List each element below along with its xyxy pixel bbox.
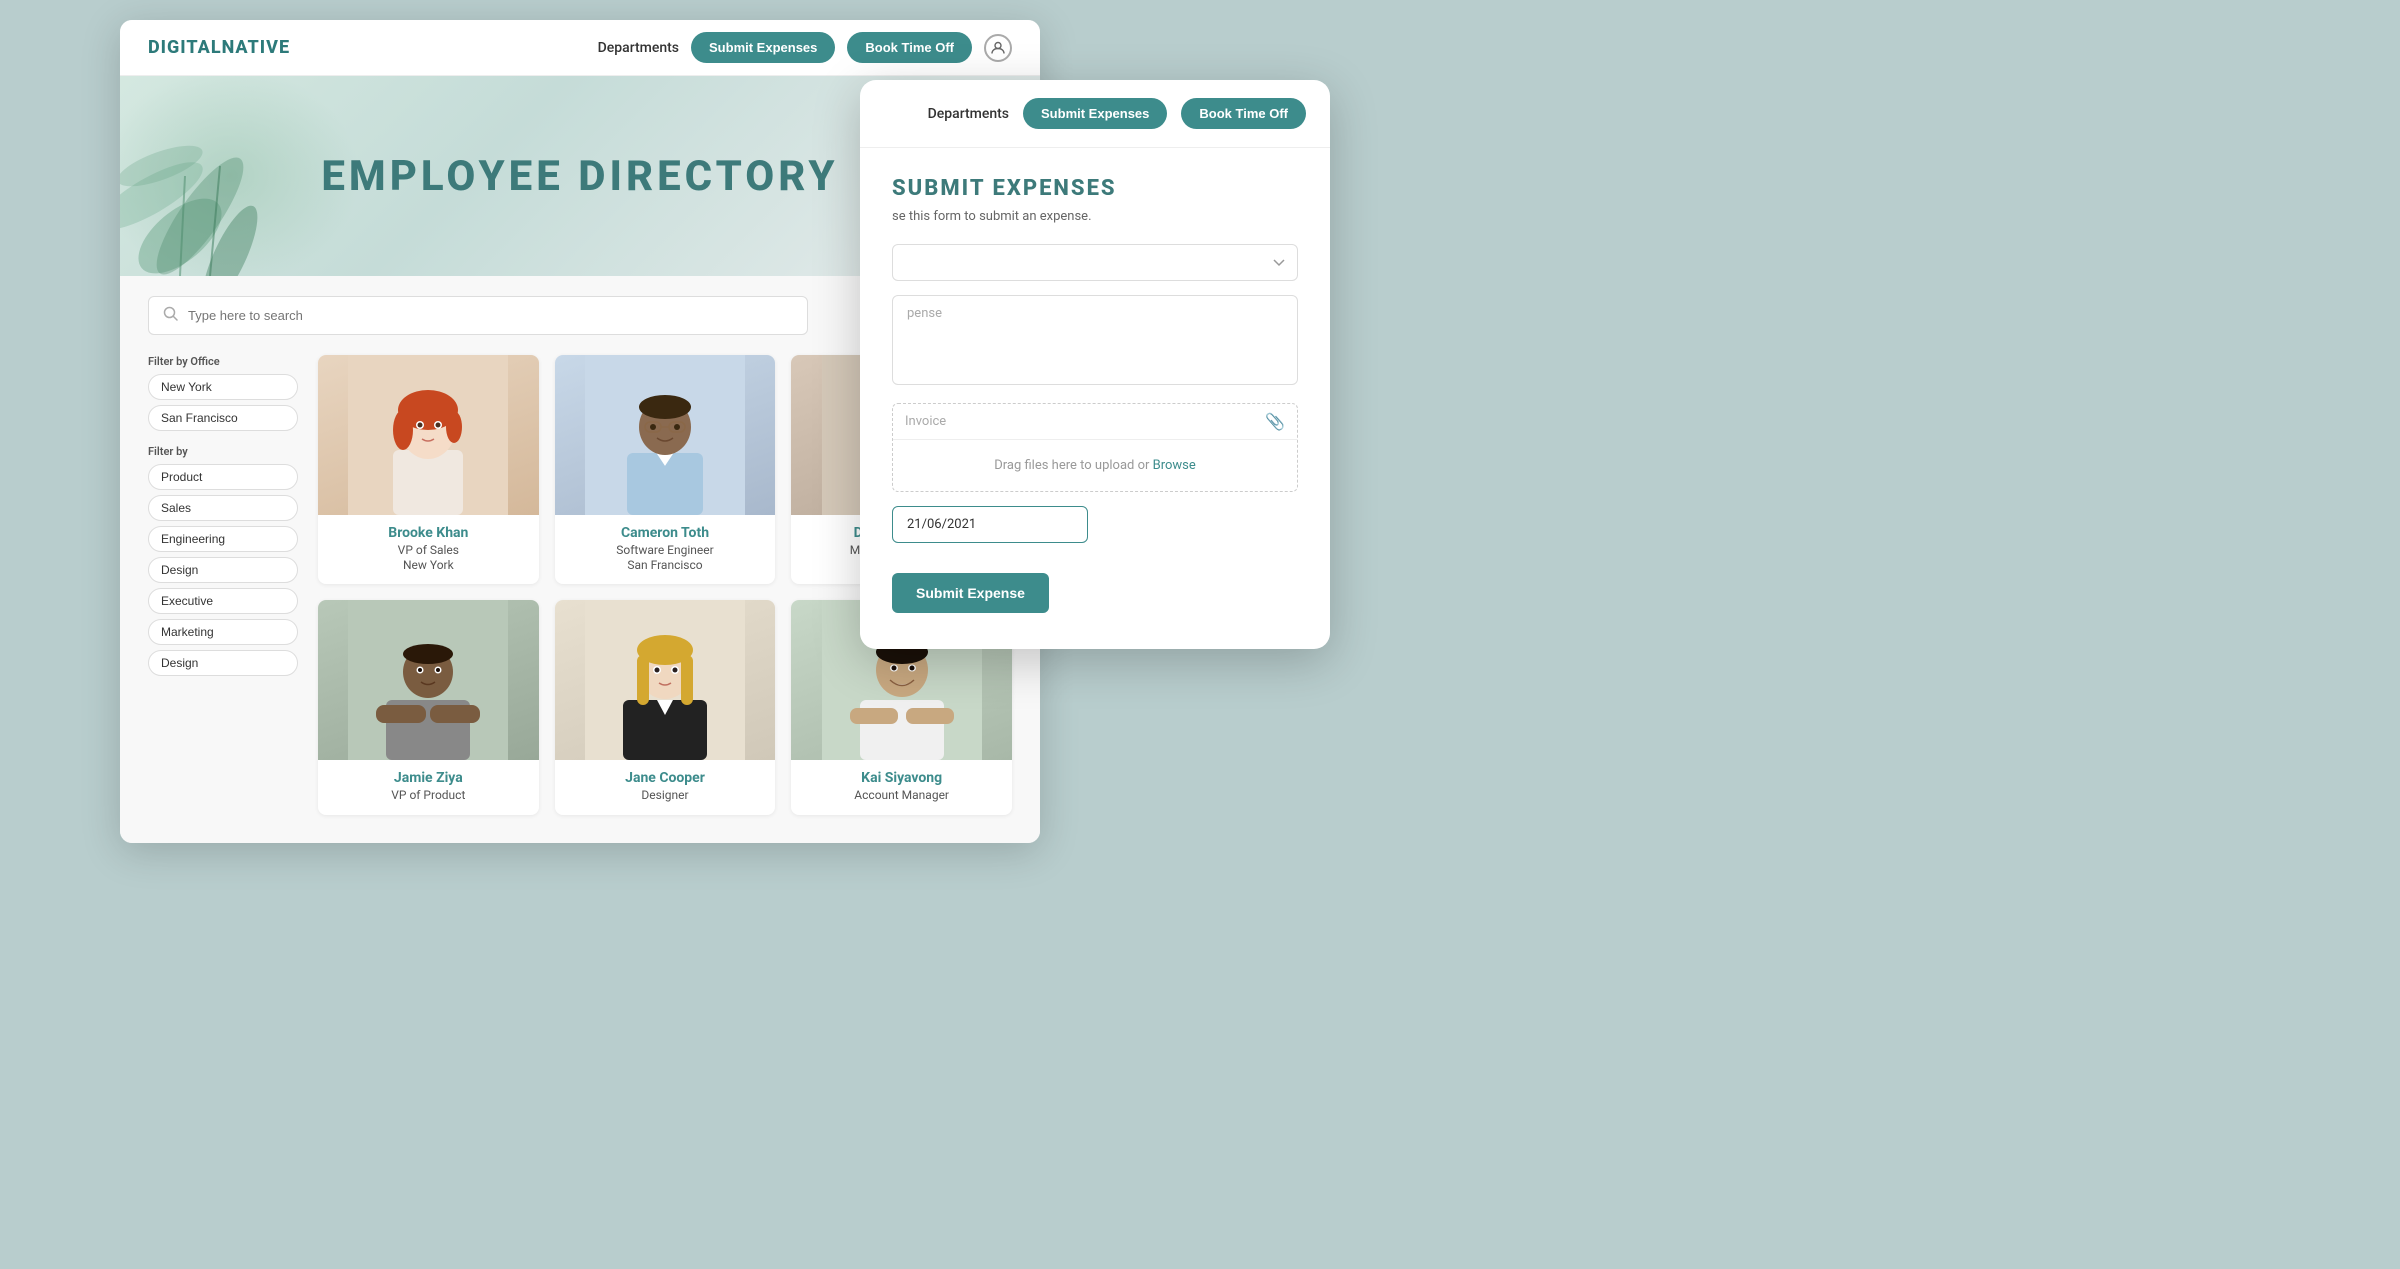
employee-info-jane: Jane Cooper Designer (555, 760, 776, 815)
brand-logo: DIGITALNATIVE (148, 37, 290, 58)
submit-nav-submit-expenses-btn[interactable]: Submit Expenses (1023, 98, 1167, 129)
filter-executive[interactable]: Executive (148, 588, 298, 614)
submit-nav-departments[interactable]: Departments (928, 106, 1009, 122)
employee-name-cameron: Cameron Toth (563, 525, 768, 541)
file-upload-area[interactable]: Invoice 📎 Drag files here to upload or B… (892, 403, 1298, 492)
nav-book-time-off-btn[interactable]: Book Time Off (847, 32, 972, 63)
filter-sales[interactable]: Sales (148, 495, 298, 521)
file-drop-zone[interactable]: Drag files here to upload or Browse (893, 440, 1297, 491)
employee-location-brooke: New York (326, 558, 531, 572)
nav-departments[interactable]: Departments (598, 40, 679, 56)
description-row (892, 295, 1298, 389)
submit-nav-book-time-off-btn[interactable]: Book Time Off (1181, 98, 1306, 129)
submit-navbar: Departments Submit Expenses Book Time Of… (860, 80, 1330, 148)
file-browse-link[interactable]: Browse (1153, 458, 1196, 473)
file-drag-text: Drag files here to upload or (994, 458, 1152, 473)
employee-title-cameron: Software Engineer (563, 543, 768, 557)
hero-title: EMPLOYEE DIRECTORY (321, 152, 838, 201)
search-icon (163, 306, 178, 325)
employee-info-jamie: Jamie Ziya VP of Product (318, 760, 539, 815)
search-input[interactable] (188, 308, 793, 323)
search-container (148, 296, 808, 335)
file-upload-header: Invoice 📎 (893, 404, 1297, 440)
filter-design[interactable]: Design (148, 557, 298, 583)
filter-office-label: Filter by Office (148, 355, 298, 368)
submit-window: Departments Submit Expenses Book Time Of… (860, 80, 1330, 649)
employee-card-brooke[interactable]: Brooke Khan VP of Sales New York (318, 355, 539, 584)
employee-info-kai: Kai Siyavong Account Manager (791, 760, 1012, 815)
submit-expense-btn[interactable]: Submit Expense (892, 573, 1049, 613)
submit-subtitle: se this form to submit an expense. (892, 209, 1298, 224)
employee-photo-jamie (318, 600, 539, 760)
date-row (892, 506, 1298, 543)
submit-title: SUBMIT EXPENSES (892, 176, 1298, 201)
employee-info-cameron: Cameron Toth Software Engineer San Franc… (555, 515, 776, 584)
employee-name-jane: Jane Cooper (563, 770, 768, 786)
submit-content: SUBMIT EXPENSES se this form to submit a… (860, 148, 1330, 649)
main-navbar: DIGITALNATIVE Departments Submit Expense… (120, 20, 1040, 76)
employee-card-cameron[interactable]: Cameron Toth Software Engineer San Franc… (555, 355, 776, 584)
filter-san-francisco[interactable]: San Francisco (148, 405, 298, 431)
employee-photo-jane (555, 600, 776, 760)
employee-location-cameron: San Francisco (563, 558, 768, 572)
employee-name-jamie: Jamie Ziya (326, 770, 531, 786)
employee-photo-cameron (555, 355, 776, 515)
expense-description[interactable] (892, 295, 1298, 385)
filter-marketing[interactable]: Marketing (148, 619, 298, 645)
attachment-icon: 📎 (1265, 412, 1285, 431)
filter-engineering[interactable]: Engineering (148, 526, 298, 552)
employee-title-jane: Designer (563, 788, 768, 802)
employee-card-jamie[interactable]: Jamie Ziya VP of Product (318, 600, 539, 815)
employee-name-brooke: Brooke Khan (326, 525, 531, 541)
category-select[interactable]: Travel Meals Software Office Supplies Ot… (892, 244, 1298, 281)
filter-product[interactable]: Product (148, 464, 298, 490)
category-row: Travel Meals Software Office Supplies Ot… (892, 244, 1298, 281)
date-input[interactable] (892, 506, 1088, 543)
leaf-decoration (120, 76, 340, 276)
filter-design-2[interactable]: Design (148, 650, 298, 676)
employee-title-kai: Account Manager (799, 788, 1004, 802)
user-avatar-icon[interactable] (984, 34, 1012, 62)
employee-info-brooke: Brooke Khan VP of Sales New York (318, 515, 539, 584)
nav-actions: Departments Submit Expenses Book Time Of… (598, 32, 1012, 63)
employee-title-brooke: VP of Sales (326, 543, 531, 557)
filter-sidebar: Filter by Office New York San Francisco … (148, 355, 298, 815)
file-label: Invoice (905, 414, 946, 429)
filter-new-york[interactable]: New York (148, 374, 298, 400)
employee-photo-brooke (318, 355, 539, 515)
filter-dept-label: Filter by (148, 445, 298, 458)
employee-name-kai: Kai Siyavong (799, 770, 1004, 786)
nav-submit-expenses-btn[interactable]: Submit Expenses (691, 32, 835, 63)
employee-title-jamie: VP of Product (326, 788, 531, 802)
employee-card-jane[interactable]: Jane Cooper Designer (555, 600, 776, 815)
